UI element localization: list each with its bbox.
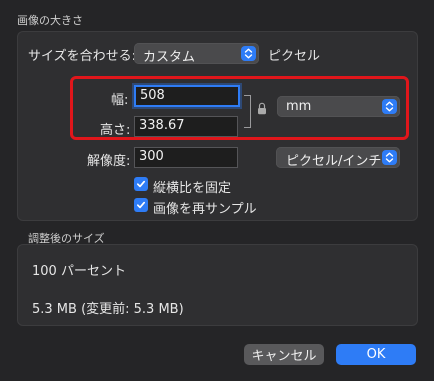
ok-button[interactable]: OK: [336, 344, 416, 365]
chevron-updown-icon: [382, 99, 397, 114]
chevron-updown-icon: [241, 46, 256, 61]
lock-icon[interactable]: [257, 100, 267, 119]
cancel-button[interactable]: キャンセル: [244, 344, 324, 365]
width-field[interactable]: 508: [134, 85, 240, 107]
resolution-unit-value: ピクセル/インチ: [286, 154, 382, 169]
resolution-unit-popup[interactable]: ピクセル/インチ: [276, 147, 400, 169]
fit-value: カスタム: [143, 50, 196, 65]
width-label: 幅:: [111, 93, 129, 108]
width-value: 508: [140, 88, 165, 103]
resample-label[interactable]: 画像を再サンプル: [153, 198, 257, 217]
adjusted-file-size: 5.3 MB (変更前: 5.3 MB): [32, 302, 184, 317]
chevron-updown-icon: [382, 150, 397, 165]
keep-ratio-label[interactable]: 縦横比を固定: [153, 177, 231, 196]
size-unit-value: mm: [286, 99, 312, 114]
height-value: 338.67: [139, 118, 185, 133]
height-label: 高さ:: [100, 123, 131, 138]
fit-popup[interactable]: カスタム: [134, 43, 259, 65]
resolution-label: 解像度:: [87, 154, 131, 169]
image-size-section-title: 画像の大きさ: [17, 14, 83, 27]
link-bracket: [244, 95, 251, 128]
keep-ratio-checkbox[interactable]: [134, 177, 148, 191]
adjusted-percent: 100 パーセント: [32, 264, 126, 279]
height-field[interactable]: 338.67: [134, 116, 238, 137]
fit-label: サイズを合わせる:: [28, 49, 136, 64]
resolution-value: 300: [139, 149, 164, 164]
checkmark-icon: [136, 201, 146, 209]
fit-unit-label: ピクセル: [268, 49, 321, 64]
resolution-field[interactable]: 300: [134, 147, 238, 168]
resample-checkbox[interactable]: [134, 198, 148, 212]
checkmark-icon: [136, 180, 146, 188]
size-unit-popup[interactable]: mm: [277, 96, 400, 117]
